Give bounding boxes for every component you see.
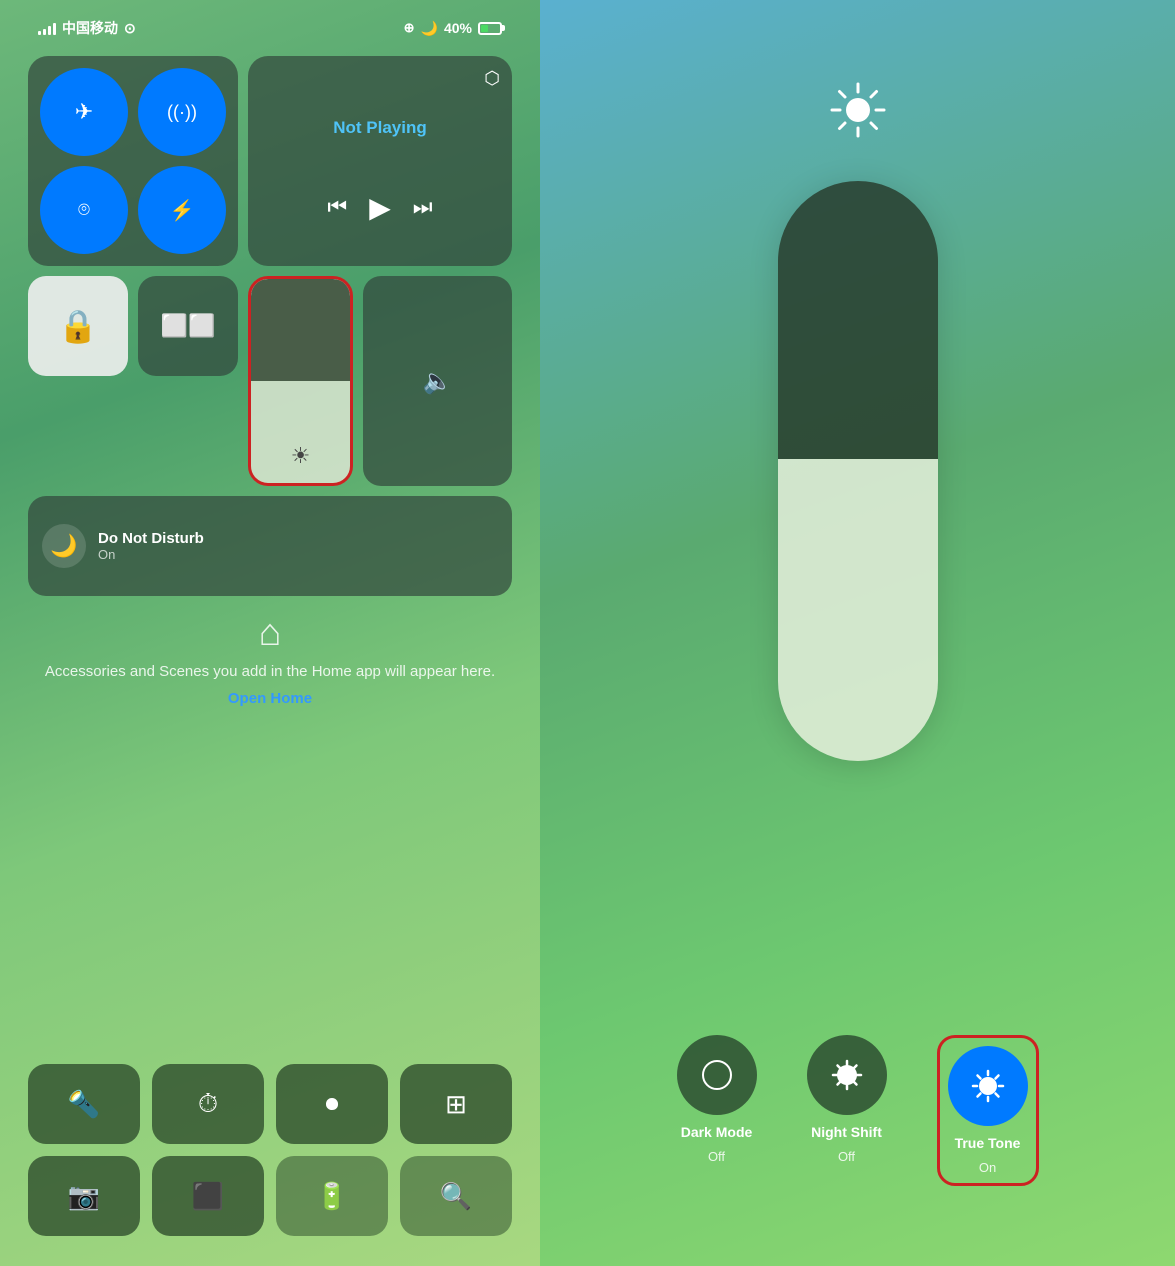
dnd-title: Do Not Disturb	[98, 530, 204, 547]
status-bar: 中国移动 ⊙ ⊕ 🌙 40%	[28, 0, 512, 46]
moon-icon: 🌙	[421, 20, 438, 37]
wifi-icon: ⊙	[124, 20, 136, 37]
cellular-toggle[interactable]: ((·))	[138, 68, 226, 156]
true-tone-icon	[970, 1068, 1006, 1104]
rewind-button[interactable]: ⏮	[327, 194, 347, 220]
home-section: ⌂ Accessories and Scenes you add in the …	[45, 612, 495, 707]
battery-percent: 40%	[444, 20, 472, 36]
open-home-link[interactable]: Open Home	[228, 690, 312, 707]
dark-mode-sublabel: Off	[708, 1149, 725, 1164]
night-shift-icon	[829, 1057, 865, 1093]
sun-icon	[828, 80, 888, 151]
night-shift-label: Night Shift	[811, 1123, 882, 1141]
battery-button[interactable]: 🔋	[276, 1156, 388, 1236]
volume-slider[interactable]: 🔈	[363, 276, 512, 486]
battery-fill	[481, 25, 488, 32]
wifi-toggle[interactable]: ⌾	[40, 166, 128, 254]
dnd-status: On	[98, 547, 204, 562]
night-shift-sublabel: Off	[838, 1149, 855, 1164]
dnd-block[interactable]: 🌙 Do Not Disturb On	[28, 496, 512, 596]
sun-svg	[828, 80, 888, 140]
dark-mode-label: Dark Mode	[681, 1123, 753, 1141]
true-tone-control: True Tone On	[937, 1035, 1039, 1186]
battery-icon	[478, 22, 502, 35]
dnd-icon: ⊕	[404, 20, 415, 36]
qr-button[interactable]: ⬛	[152, 1156, 264, 1236]
control-center-grid: ✈ ((·)) ⌾ ⚡ ⬡ Not Playing ⏮ ▶ ⏭ 🔒 ⬜⬜	[28, 56, 512, 596]
dnd-text: Do Not Disturb On	[98, 530, 204, 562]
status-left: 中国移动 ⊙	[38, 18, 136, 38]
not-playing-label: Not Playing	[333, 118, 427, 138]
airplane-toggle[interactable]: ✈	[40, 68, 128, 156]
brightness-icon: ☀	[291, 443, 311, 469]
record-button[interactable]: ⏺	[276, 1064, 388, 1144]
calculator-button[interactable]: ⊞	[400, 1064, 512, 1144]
brightness-pill-slider[interactable]	[778, 181, 938, 761]
brightness-slider[interactable]: ☀	[248, 276, 353, 486]
toolbar-row-2: 📷 ⬛ 🔋 🔍	[28, 1156, 512, 1236]
bottom-toolbar: 🔦 ⏱ ⏺ ⊞ 📷 ⬛ 🔋 🔍	[28, 1064, 512, 1236]
rotation-lock-button[interactable]: 🔒	[28, 276, 128, 376]
play-button[interactable]: ▶	[369, 191, 391, 224]
media-block: ⬡ Not Playing ⏮ ▶ ⏭	[248, 56, 512, 266]
carrier-label: 中国移动	[62, 18, 118, 38]
forward-button[interactable]: ⏭	[413, 194, 433, 220]
pill-bottom-light	[778, 459, 938, 761]
home-icon: ⌂	[259, 612, 282, 655]
status-right: ⊕ 🌙 40%	[404, 20, 502, 37]
left-panel: 中国移动 ⊙ ⊕ 🌙 40% ✈ ((·)) ⌾ ⚡ ⬡ Not P	[0, 0, 540, 1266]
magnifier-button[interactable]: 🔍	[400, 1156, 512, 1236]
night-shift-button[interactable]	[807, 1035, 887, 1115]
true-tone-sublabel: On	[979, 1160, 996, 1175]
dark-mode-control: Dark Mode Off	[677, 1035, 757, 1164]
volume-icon: 🔈	[423, 367, 453, 396]
pill-top-dark	[778, 181, 938, 459]
night-shift-control: Night Shift Off	[807, 1035, 887, 1164]
cc-row-3: 🌙 Do Not Disturb On	[28, 496, 512, 596]
flashlight-button[interactable]: 🔦	[28, 1064, 140, 1144]
media-controls: ⏮ ▶ ⏭	[327, 191, 432, 224]
airplay-icon[interactable]: ⬡	[484, 68, 500, 89]
dnd-moon-icon: 🌙	[42, 524, 86, 568]
toolbar-row-1: 🔦 ⏱ ⏺ ⊞	[28, 1064, 512, 1144]
timer-button[interactable]: ⏱	[152, 1064, 264, 1144]
right-panel: Dark Mode Off Night Shift Off	[540, 0, 1175, 1266]
camera-button[interactable]: 📷	[28, 1156, 140, 1236]
dark-mode-icon	[699, 1057, 735, 1093]
true-tone-button[interactable]	[948, 1046, 1028, 1126]
true-tone-label: True Tone	[955, 1134, 1021, 1152]
dark-mode-button[interactable]	[677, 1035, 757, 1115]
brightness-fill	[251, 279, 350, 381]
home-description: Accessories and Scenes you add in the Ho…	[45, 661, 495, 682]
cc-row-2: 🔒 ⬜⬜ ☀ 🔈	[28, 276, 512, 486]
cc-row-1: ✈ ((·)) ⌾ ⚡ ⬡ Not Playing ⏮ ▶ ⏭	[28, 56, 512, 266]
toggles-block: ✈ ((·)) ⌾ ⚡	[28, 56, 238, 266]
signal-bars-icon	[38, 21, 56, 35]
bluetooth-toggle[interactable]: ⚡	[138, 166, 226, 254]
screen-mirror-button[interactable]: ⬜⬜	[138, 276, 238, 376]
display-controls: Dark Mode Off Night Shift Off	[677, 1035, 1039, 1186]
